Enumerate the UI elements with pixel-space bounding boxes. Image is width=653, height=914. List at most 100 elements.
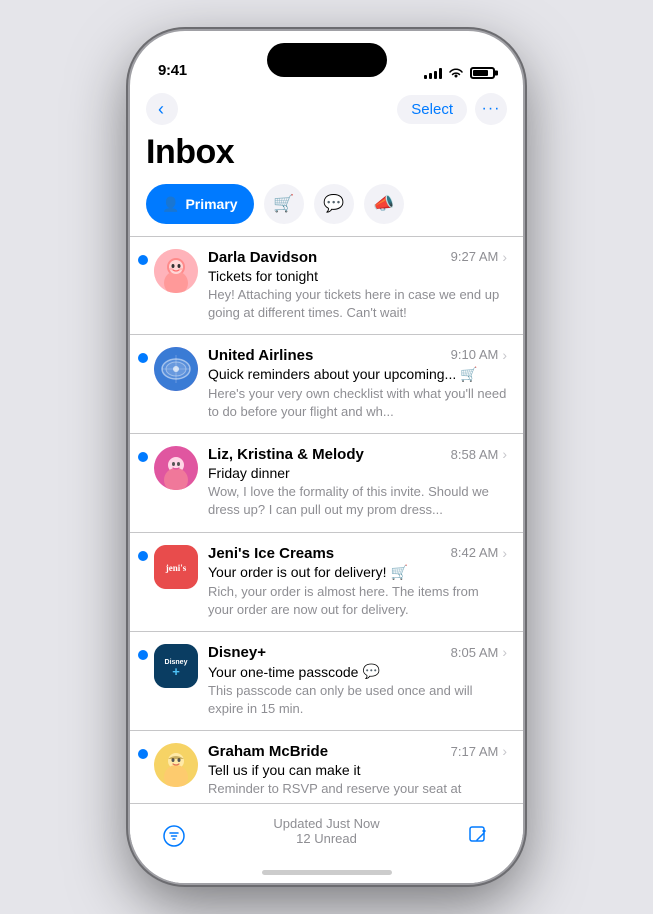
- status-time: 9:41: [158, 62, 187, 79]
- svg-text:+: +: [172, 664, 180, 679]
- avatar-image: [154, 249, 198, 293]
- avatar: [154, 446, 198, 490]
- email-body: Darla Davidson 9:27 AM › Tickets for ton…: [208, 249, 507, 322]
- email-preview: Rich, your order is almost here. The ite…: [208, 583, 507, 619]
- email-body: United Airlines 9:10 AM › Quick reminder…: [208, 347, 507, 421]
- chevron-right-icon: ›: [502, 446, 507, 462]
- email-preview: Reminder to RSVP and reserve your seat a…: [208, 780, 507, 798]
- nav-bar: ‹ Select ···: [130, 85, 523, 129]
- email-subject: Tickets for tonight: [208, 268, 507, 284]
- email-body: Liz, Kristina & Melody 8:58 AM › Friday …: [208, 446, 507, 519]
- page-title: Inbox: [130, 129, 523, 184]
- email-time: 9:10 AM: [451, 347, 499, 362]
- email-header: Graham McBride 7:17 AM ›: [208, 743, 507, 760]
- email-sender: United Airlines: [208, 347, 443, 364]
- email-time: 9:27 AM: [451, 249, 499, 264]
- compose-button[interactable]: [459, 816, 499, 856]
- tab-shopping[interactable]: 🛒: [264, 184, 304, 224]
- battery-icon: [470, 67, 495, 79]
- email-time: 8:42 AM: [451, 545, 499, 560]
- signal-bars-icon: [424, 67, 442, 79]
- category-tabs: 👤 Primary 🛒 💬 📣: [130, 184, 523, 236]
- filter-icon: [162, 824, 186, 848]
- avatar: jeni's: [154, 545, 198, 589]
- chevron-right-icon: ›: [502, 644, 507, 660]
- email-preview: Hey! Attaching your tickets here in case…: [208, 286, 507, 322]
- email-header: Jeni's Ice Creams 8:42 AM ›: [208, 545, 507, 562]
- chevron-right-icon: ›: [502, 249, 507, 265]
- email-item[interactable]: United Airlines 9:10 AM › Quick reminder…: [130, 335, 523, 434]
- megaphone-icon: 📣: [373, 194, 394, 214]
- unread-indicator: [138, 255, 148, 265]
- chevron-left-icon: ‹: [158, 100, 164, 118]
- email-header: Disney+ 8:05 AM ›: [208, 644, 507, 661]
- nav-actions: Select ···: [397, 93, 507, 125]
- email-header: Darla Davidson 9:27 AM ›: [208, 249, 507, 266]
- dynamic-island: [267, 43, 387, 77]
- email-subject: Your one-time passcode 💬: [208, 663, 507, 680]
- svg-text:jeni's: jeni's: [165, 563, 187, 573]
- avatar: [154, 249, 198, 293]
- update-status: Updated Just Now: [194, 816, 459, 831]
- chevron-right-icon: ›: [502, 347, 507, 363]
- email-item[interactable]: Darla Davidson 9:27 AM › Tickets for ton…: [130, 237, 523, 335]
- ellipsis-icon: ···: [482, 101, 501, 117]
- email-item[interactable]: Disney + Disney+ 8:05 AM › Your one-time…: [130, 632, 523, 731]
- tab-messages[interactable]: 💬: [314, 184, 354, 224]
- email-time: 8:05 AM: [451, 645, 499, 660]
- chevron-right-icon: ›: [502, 545, 507, 561]
- email-item[interactable]: jeni's Jeni's Ice Creams 8:42 AM › Your …: [130, 533, 523, 632]
- select-button[interactable]: Select: [397, 95, 467, 124]
- compose-icon: [467, 824, 491, 848]
- avatar: Disney +: [154, 644, 198, 688]
- unread-indicator: [138, 551, 148, 561]
- email-time-row: 8:05 AM ›: [451, 644, 507, 660]
- email-header: United Airlines 9:10 AM ›: [208, 347, 507, 364]
- filter-button[interactable]: [154, 816, 194, 856]
- signal-bar-3: [434, 71, 437, 79]
- toolbar-center: Updated Just Now 12 Unread: [194, 816, 459, 846]
- app-content: ‹ Select ··· Inbox 👤 Primary 🛒 💬: [130, 85, 523, 883]
- shopping-tag-icon: 🛒: [390, 564, 407, 581]
- signal-bar-1: [424, 75, 427, 79]
- unread-indicator: [138, 650, 148, 660]
- email-item[interactable]: Graham McBride 7:17 AM › Tell us if you …: [130, 731, 523, 810]
- email-sender: Graham McBride: [208, 743, 443, 760]
- wifi-icon: [448, 67, 464, 79]
- tab-promotions[interactable]: 📣: [364, 184, 404, 224]
- shopping-tag-icon: 🛒: [460, 366, 477, 383]
- signal-bar-4: [439, 68, 442, 79]
- email-preview: Here's your very own checklist with what…: [208, 385, 507, 421]
- email-time-row: 9:10 AM ›: [451, 347, 507, 363]
- email-body: Disney+ 8:05 AM › Your one-time passcode…: [208, 644, 507, 718]
- email-time-row: 7:17 AM ›: [451, 743, 507, 759]
- unread-indicator: [138, 452, 148, 462]
- email-body: Jeni's Ice Creams 8:42 AM › Your order i…: [208, 545, 507, 619]
- avatar-image: jeni's: [154, 545, 198, 589]
- email-time-row: 8:42 AM ›: [451, 545, 507, 561]
- avatar: [154, 743, 198, 787]
- message-icon: 💬: [323, 194, 344, 214]
- unread-indicator: [138, 353, 148, 363]
- person-icon: 👤: [162, 196, 179, 213]
- email-item[interactable]: Liz, Kristina & Melody 8:58 AM › Friday …: [130, 434, 523, 532]
- phone-frame: 9:41 ‹ Select: [130, 31, 523, 883]
- tab-primary[interactable]: 👤 Primary: [146, 184, 254, 224]
- message-tag-icon: 💬: [362, 663, 379, 680]
- more-button[interactable]: ···: [475, 93, 507, 125]
- email-body: Graham McBride 7:17 AM › Tell us if you …: [208, 743, 507, 798]
- email-preview: Wow, I love the formality of this invite…: [208, 483, 507, 519]
- email-time: 8:58 AM: [451, 447, 499, 462]
- avatar-image: [154, 347, 198, 391]
- email-time-row: 9:27 AM ›: [451, 249, 507, 265]
- email-time: 7:17 AM: [451, 744, 499, 759]
- avatar-image: [154, 446, 198, 490]
- back-button[interactable]: ‹: [146, 93, 178, 125]
- avatar-image: Disney +: [154, 644, 198, 688]
- home-indicator: [262, 870, 392, 875]
- email-subject: Quick reminders about your upcoming... 🛒: [208, 366, 507, 383]
- avatar: [154, 347, 198, 391]
- unread-count: 12 Unread: [194, 831, 459, 846]
- signal-bar-2: [429, 73, 432, 79]
- email-sender: Jeni's Ice Creams: [208, 545, 443, 562]
